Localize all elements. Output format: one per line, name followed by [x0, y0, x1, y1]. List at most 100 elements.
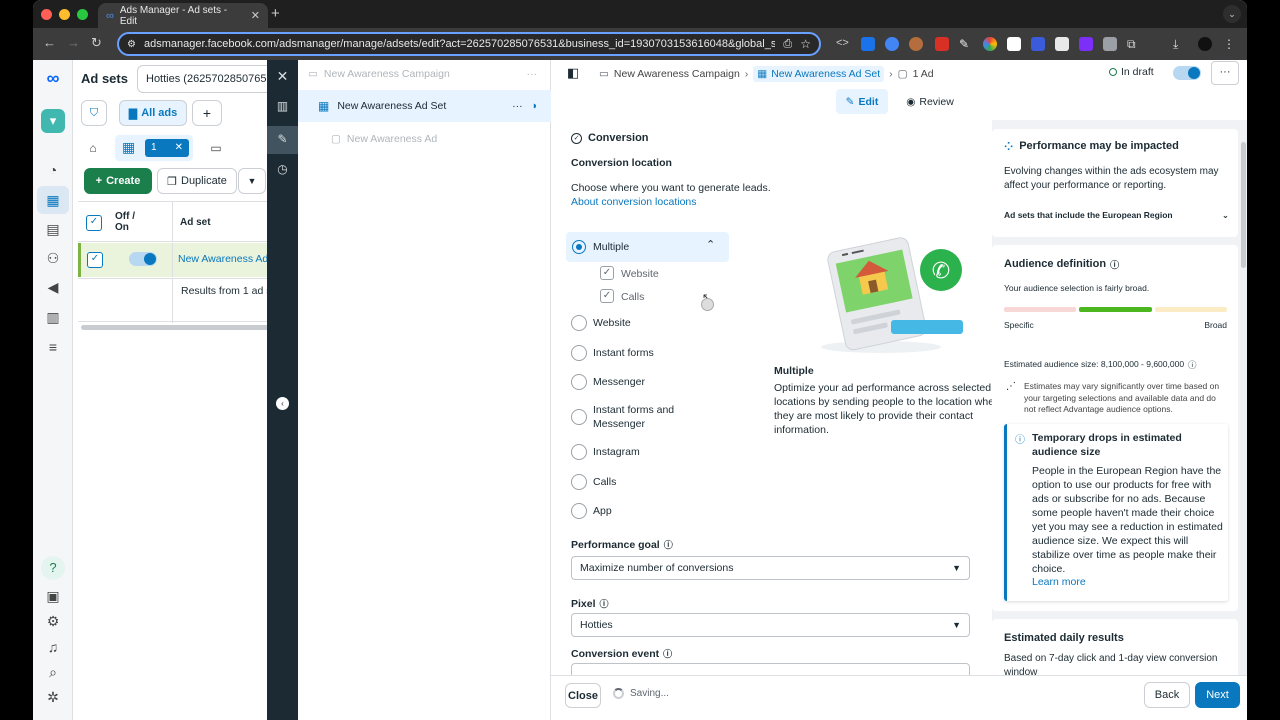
settings-gear-icon[interactable]: ⚙ [43, 611, 63, 631]
edit-tab[interactable]: ✎ Edit [836, 89, 888, 114]
browser-tab[interactable]: ∞ Ads Manager - Ad sets - Edit ✕ [98, 3, 268, 28]
pixel-select[interactable]: Hotties ▼ [571, 613, 970, 637]
website-checkbox[interactable]: ✓ [600, 266, 614, 280]
draft-toggle[interactable] [1173, 66, 1201, 80]
adset-more-icon[interactable]: ··· [512, 100, 523, 112]
meta-logo-icon[interactable]: ∞ [43, 68, 63, 88]
extension-icon-10[interactable] [1103, 37, 1117, 51]
search-icon[interactable]: ⌕ [43, 662, 63, 682]
close-window-icon[interactable] [41, 9, 52, 20]
row-checkbox[interactable]: ✓ [87, 252, 103, 268]
code-extension-icon[interactable]: <> [836, 37, 850, 51]
campaign-more-icon[interactable]: ··· [527, 68, 538, 80]
new-tab-icon[interactable]: + [271, 5, 280, 22]
info-icon[interactable]: ⓘ [600, 597, 609, 610]
performance-goal-select[interactable]: Maximize number of conversions ▼ [571, 556, 970, 580]
review-tab[interactable]: ◉ Review [901, 89, 959, 114]
extension-icon-7[interactable] [1031, 37, 1045, 51]
site-info-icon[interactable]: ⚙ [127, 39, 136, 50]
tab-search-icon[interactable]: ⌄ [1223, 5, 1241, 23]
row-adset-name[interactable]: New Awareness Ad [178, 253, 268, 265]
learn-more-link[interactable]: Learn more [1032, 576, 1086, 588]
website-radio[interactable] [571, 315, 587, 331]
maximize-window-icon[interactable] [77, 9, 88, 20]
more-options-button[interactable]: ··· [1211, 61, 1239, 85]
next-button[interactable]: Next [1195, 682, 1240, 708]
audience-people-icon[interactable]: ⚇ [43, 248, 63, 268]
reload-icon[interactable]: ↻ [91, 35, 102, 51]
history-clock-icon[interactable]: ◷ [274, 161, 291, 178]
minimize-window-icon[interactable] [59, 9, 70, 20]
extension-icon-4[interactable] [935, 37, 949, 51]
install-icon[interactable]: ⎙ [783, 38, 792, 51]
european-region-expander[interactable]: Ad sets that include the European Region… [1004, 210, 1229, 221]
tree-adset-row[interactable]: ▦ New Awareness Ad Set ··· ◑ [298, 90, 551, 122]
instant-forms-messenger-radio[interactable] [571, 409, 587, 425]
app-radio[interactable] [571, 503, 587, 519]
extension-icon-3[interactable] [909, 37, 923, 51]
sidebar-toggle-icon[interactable]: ◧ [567, 65, 579, 81]
tree-ad-row[interactable]: ▢ New Awareness Ad [298, 123, 551, 155]
filter-icon[interactable]: ⛉ [81, 100, 107, 126]
extension-icon-8[interactable] [1055, 37, 1069, 51]
duplicate-dropdown-icon[interactable]: ▼ [238, 168, 266, 194]
breadcrumb-campaign[interactable]: New Awareness Campaign [614, 68, 740, 80]
add-view-button[interactable]: + [192, 100, 222, 126]
select-all-checkbox[interactable]: ✓ [86, 215, 102, 231]
bookmark-star-icon[interactable]: ☆ [800, 37, 811, 51]
onoff-toggle[interactable] [129, 252, 157, 266]
pages-icon[interactable]: ▤ [43, 219, 63, 239]
eyedropper-icon[interactable]: ✎ [959, 37, 973, 51]
download-icon[interactable]: ⤓ [1173, 37, 1187, 51]
info-icon[interactable]: ⓘ [663, 647, 672, 660]
close-button[interactable]: Close [565, 683, 601, 708]
back-button[interactable]: Back [1144, 682, 1190, 708]
close-editor-icon[interactable]: ✕ [274, 68, 291, 85]
clear-selection-icon[interactable]: ✕ [175, 139, 183, 157]
table-grid-icon[interactable]: ▦ [43, 190, 63, 210]
calls-radio[interactable] [571, 474, 587, 490]
duplicate-button[interactable]: ❐ Duplicate [157, 168, 237, 194]
info-icon[interactable]: ⓘ [664, 538, 673, 551]
news-icon[interactable]: ▣ [43, 586, 63, 606]
chart-bars-icon[interactable]: ▥ [274, 98, 291, 115]
megaphone-icon[interactable]: ◀ [43, 277, 63, 297]
forward-arrow-icon[interactable]: → [67, 35, 80, 50]
profile-avatar[interactable] [1198, 37, 1212, 51]
adsets-tab-selected[interactable]: ▦ 1 ✕ [115, 135, 193, 161]
create-button[interactable]: + Create [84, 168, 152, 194]
multiple-option-row[interactable] [566, 232, 729, 262]
close-tab-icon[interactable]: ✕ [251, 9, 260, 22]
puzzle-extensions-icon[interactable]: ⧉ [1127, 37, 1141, 51]
collapse-chevron-icon[interactable]: ‹ [276, 397, 289, 410]
help-icon[interactable]: ? [41, 556, 65, 580]
bug-report-icon[interactable]: ✲ [43, 687, 63, 707]
selected-count-chip[interactable]: 1 ✕ [145, 139, 189, 157]
extension-icon-6[interactable] [1007, 37, 1021, 51]
browser-menu-icon[interactable]: ⋮ [1223, 37, 1237, 51]
extension-icon-9[interactable] [1079, 37, 1093, 51]
extension-icon-5[interactable] [983, 37, 997, 51]
notifications-bell-icon[interactable]: ♫ [43, 637, 63, 657]
all-ads-button[interactable]: ▇ All ads [119, 100, 187, 126]
multiple-radio[interactable] [572, 240, 586, 254]
address-bar[interactable]: ⚙ adsmanager.facebook.com/adsmanager/man… [117, 32, 821, 56]
back-arrow-icon[interactable]: ← [43, 35, 56, 50]
account-avatar[interactable]: ▾ [41, 109, 65, 133]
campaigns-folder-icon[interactable]: ⌂ [81, 137, 105, 159]
extension-icon-1[interactable] [861, 37, 875, 51]
calls-checkbox[interactable]: ✓ [600, 289, 614, 303]
extension-icon-2[interactable] [885, 37, 899, 51]
info-icon[interactable]: ⓘ [1188, 359, 1197, 371]
tree-campaign-row[interactable]: ▭ New Awareness Campaign ··· [298, 58, 551, 90]
dashboard-gauge-icon[interactable]: ◔ [43, 160, 63, 180]
ads-tab-icon[interactable]: ▭ [206, 138, 226, 158]
instant-forms-radio[interactable] [571, 345, 587, 361]
all-tools-menu-icon[interactable]: ≡ [43, 337, 63, 357]
messenger-radio[interactable] [571, 374, 587, 390]
about-conversion-locations-link[interactable]: About conversion locations [571, 196, 697, 208]
info-icon[interactable]: ⓘ [1110, 258, 1119, 271]
instagram-radio[interactable] [571, 444, 587, 460]
pencil-edit-icon[interactable]: ✎ [274, 131, 291, 148]
breadcrumb-adset[interactable]: ▦ New Awareness Ad Set [753, 66, 885, 82]
